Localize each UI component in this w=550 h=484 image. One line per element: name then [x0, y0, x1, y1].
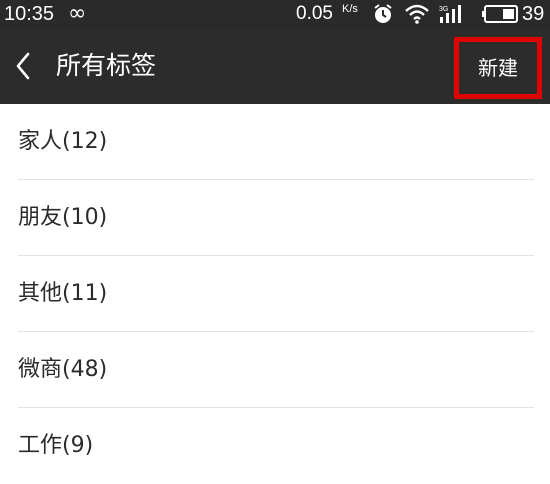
net-speed-unit: K/s — [342, 3, 358, 15]
net-speed: 0.05 — [296, 3, 333, 24]
tag-label: 工作(9) — [18, 433, 94, 458]
app-bar: 所有标签 新建 — [0, 28, 550, 104]
status-time: 10:35 — [4, 3, 55, 25]
battery-level: 39 — [522, 3, 545, 25]
back-arrow-icon[interactable] — [10, 48, 40, 84]
tag-label: 微商(48) — [18, 357, 108, 382]
tag-item-family[interactable]: 家人(12) — [18, 104, 534, 180]
status-bar: 10:35 ∞ 0.05 K/s 3G 39 — [0, 0, 550, 28]
tag-item-microbusiness[interactable]: 微商(48) — [18, 332, 534, 408]
wifi-icon — [405, 4, 429, 24]
tag-list: 家人(12) 朋友(10) 其他(11) 微商(48) 工作(9) — [0, 104, 550, 484]
loop-icon: ∞ — [68, 1, 87, 26]
tag-item-other[interactable]: 其他(11) — [18, 256, 534, 332]
svg-text:3G: 3G — [439, 6, 448, 13]
tag-item-friends[interactable]: 朋友(10) — [18, 180, 534, 256]
battery-icon — [482, 5, 518, 23]
tag-label: 朋友(10) — [18, 205, 108, 230]
page-title: 所有标签 — [56, 51, 157, 80]
tag-label: 家人(12) — [18, 129, 108, 154]
signal-3g-icon: 3G — [439, 5, 461, 23]
alarm-icon — [374, 4, 392, 23]
tag-label: 其他(11) — [18, 281, 108, 306]
tag-item-work[interactable]: 工作(9) — [18, 408, 534, 484]
new-tag-button[interactable]: 新建 — [454, 37, 542, 99]
